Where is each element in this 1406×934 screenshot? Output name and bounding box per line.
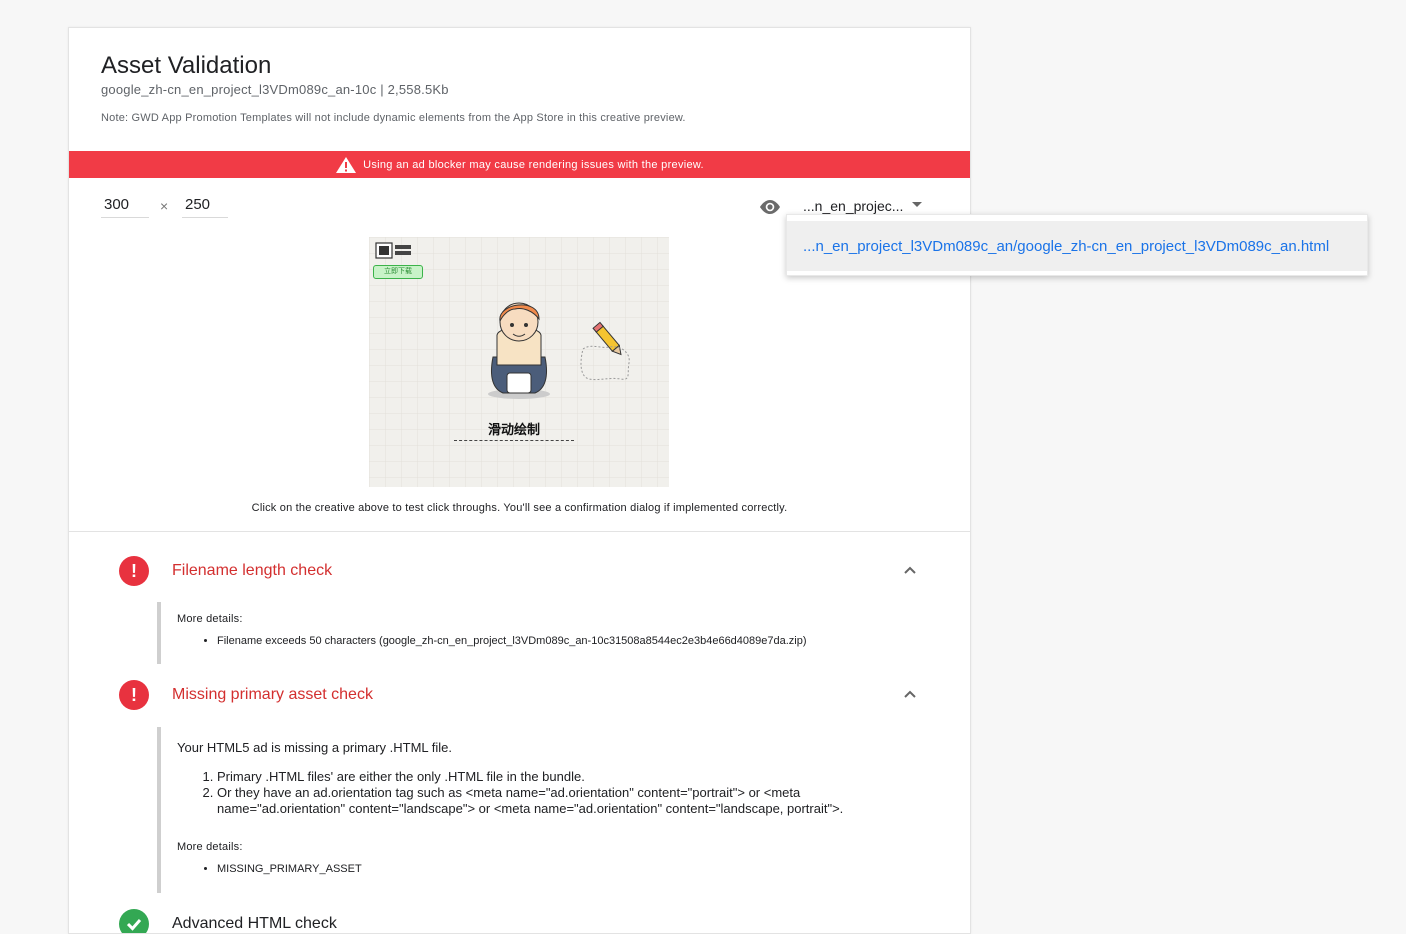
select-value: ...n_en_projec... [803, 198, 904, 214]
banner-text: Using an ad blocker may cause rendering … [363, 158, 704, 171]
template-note: Note: GWD App Promotion Templates will n… [101, 112, 686, 124]
height-input[interactable]: 250 [182, 196, 228, 218]
check-title: Filename length check [172, 562, 333, 579]
filename-length-check-details: More details: Filename exceeds 50 charac… [157, 602, 927, 664]
eye-icon[interactable] [758, 198, 782, 216]
creative-center-text: 滑动绘制 [454, 419, 574, 441]
warning-triangle-icon [336, 156, 357, 173]
chevron-up-icon[interactable] [903, 687, 917, 701]
reason-item: Primary .HTML files' are either the only… [217, 769, 927, 785]
exclamation-circle-icon: ! [119, 680, 149, 710]
check-circle-icon [119, 909, 149, 933]
details-label: More details: [177, 841, 243, 853]
details-item: Filename exceeds 50 characters (google_z… [217, 635, 927, 647]
preview-caption: Click on the creative above to test clic… [251, 502, 788, 514]
details-item: MISSING_PRIMARY_ASSET [217, 863, 927, 875]
adblocker-warning-banner: Using an ad blocker may cause rendering … [69, 151, 970, 178]
missing-primary-asset-check-details: Your HTML5 ad is missing a primary .HTML… [157, 727, 927, 893]
missing-primary-asset-check-header[interactable]: ! Missing primary asset check [119, 680, 919, 710]
exclamation-circle-icon: ! [119, 556, 149, 586]
html-file-select[interactable]: ...n_en_projec... [803, 198, 923, 214]
filename-length-check-header[interactable]: ! Filename length check [119, 556, 919, 586]
details-label: More details: [177, 613, 243, 625]
file-select-dropdown: ...n_en_project_l3VDm089c_an/google_zh-c… [786, 214, 1368, 276]
asset-subtitle: google_zh-cn_en_project_l3VDm089c_an-10c… [101, 82, 449, 97]
page-title: Asset Validation [101, 52, 272, 79]
check-message: Your HTML5 ad is missing a primary .HTML… [177, 740, 453, 755]
reason-item: Or they have an ad.orientation tag such … [217, 785, 927, 817]
section-divider [69, 531, 970, 532]
times-symbol: × [160, 198, 169, 214]
chevron-up-icon[interactable] [903, 563, 917, 577]
dropdown-caret-icon [912, 201, 923, 207]
download-now-badge[interactable]: 立即下载 [373, 265, 423, 279]
creative-preview[interactable]: 立即下载 滑动绘制 [369, 237, 669, 487]
check-title: Missing primary asset check [172, 686, 373, 703]
check-title: Advanced HTML check [172, 915, 337, 932]
advanced-html-check-header[interactable]: Advanced HTML check [119, 909, 919, 933]
dropdown-option[interactable]: ...n_en_project_l3VDm089c_an/google_zh-c… [787, 221, 1367, 271]
asset-validation-card: Asset Validation google_zh-cn_en_project… [68, 27, 971, 934]
width-input[interactable]: 300 [101, 196, 149, 218]
